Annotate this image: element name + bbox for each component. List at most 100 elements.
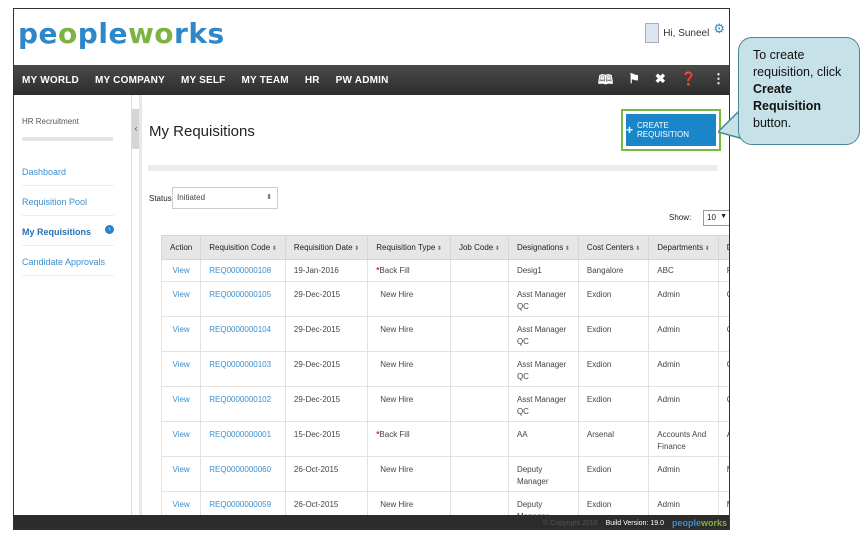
nav-my-self[interactable]: MY SELF [173,75,234,86]
requisition-code-link[interactable]: REQ0000000104 [200,316,286,352]
avatar[interactable] [645,23,660,43]
callout-text: To create requisition, click [753,48,842,79]
column-header-label: Requisition Code [209,243,271,252]
book-icon[interactable]: 🕮 [598,71,613,93]
requisition-code-link[interactable]: REQ0000000102 [200,386,286,422]
create-requisition-button[interactable]: + CREATE REQUISITION [626,114,716,146]
cell-text: Exdion [586,325,612,334]
view-link[interactable]: View [161,386,202,422]
sidebar-item-requisition-pool[interactable]: Requisition Pool [22,197,114,216]
nav-my-company[interactable]: MY COMPANY [87,75,173,86]
view-link[interactable]: View [161,316,202,352]
column-header-label: Job Code [458,243,494,252]
show-label: Show: [669,213,692,222]
cell-text: Exdion [586,395,612,404]
cell-text: Management [727,500,729,509]
sidebar: HR Recruitment Dashboard Requisition Poo… [14,95,132,525]
requisition-code-link[interactable]: REQ0000000108 [200,259,286,282]
requisition-code-link[interactable]: REQ0000000103 [200,351,286,387]
column-header[interactable]: Requisition Date ⬍ [284,235,369,260]
requisitions-table: Action Requisition Code ⬍ Requisition Date… [161,235,729,525]
user-greeting[interactable]: Hi, Suneel [663,28,709,39]
nav-my-team[interactable]: MY TEAM [234,75,297,86]
sidebar-item-candidate-approvals[interactable]: Candidate Approvals [22,257,114,276]
cell-text: Deputy Manager [516,465,549,486]
column-header[interactable]: Action [161,235,202,260]
requisition-code-link[interactable]: REQ0000000001 [200,421,286,457]
nav-my-world[interactable]: MY WORLD [14,75,87,86]
sort-icon: ⬍ [352,246,360,252]
table-cell-dept: Admin [648,281,719,317]
logo-text: works [700,518,727,528]
table-row: View REQ0000000103 29-Dec-2015 New Hire Asst… [161,351,729,387]
table-cell-dept: Admin [648,386,719,422]
table-cell-division: Quality [717,351,729,387]
table-cell-job [449,281,509,317]
table-header-row: Action Requisition Code ⬍ Requisition Date… [161,235,729,260]
table-row: View REQ0000000108 19-Jan-2016 *Back Fill De… [161,259,729,282]
column-header[interactable]: Requisition Code ⬍ [200,235,286,260]
cell-text: New Hire [380,395,414,404]
chevron-right-icon[interactable]: › [105,225,114,234]
table-cell-division: Quality [717,316,729,352]
gear-icon[interactable]: ⚙ [713,21,725,37]
cell-text: View [172,360,190,369]
logo-text: rks [174,17,225,50]
cell-text: Accounts And Finance [657,430,707,451]
cell-text: Asst Manager QC [516,395,567,416]
cell-text: Quality [727,360,729,369]
requisition-code-link[interactable]: REQ0000000060 [200,456,286,492]
requisitions-table-wrapper[interactable]: Action Requisition Code ⬍ Requisition Date… [161,235,729,525]
table-cell-designation: Desig1 [507,259,579,282]
cell-text: View [172,430,190,439]
column-header[interactable]: Departments ⬍ [648,235,719,260]
table-cell-cost: Exdion [577,316,650,352]
column-header[interactable]: Requisition Type ⬍ [367,235,451,260]
column-header[interactable]: Divisions ⬍ [717,235,729,260]
table-cell-designation: AA [507,421,579,457]
table-cell-date: 29-Dec-2015 [284,386,369,422]
create-requisition-label: CREATE REQUISITION [637,121,690,139]
table-cell-date: 29-Dec-2015 [284,351,369,387]
cell-text: Back Fill [379,430,410,439]
status-select[interactable]: Initiated ⬍ [172,187,278,209]
column-header[interactable]: Cost Centers ⬍ [577,235,650,260]
sidebar-item-my-requisitions[interactable]: My Requisitions [22,227,114,246]
nav-pw-admin[interactable]: PW ADMIN [328,75,397,86]
cell-text: Exdion [586,500,612,509]
table-cell-designation: Asst Manager QC [507,316,579,352]
table-cell-type: *Back Fill [367,421,451,457]
user-menu[interactable]: Hi, Suneel ⚙ [645,21,725,43]
table-cell-type: New Hire [367,351,451,387]
cell-text: 29-Dec-2015 [293,290,341,299]
view-link[interactable]: View [161,421,202,457]
view-link[interactable]: View [161,351,202,387]
help-icon[interactable]: ❓ [681,71,697,93]
column-header[interactable]: Designations ⬍ [507,235,579,260]
callout-text: button. [753,116,792,130]
main-nav: MY WORLD MY COMPANY MY SELF MY TEAM HR P… [14,65,729,95]
share-icon[interactable]: ⋮ [712,71,725,93]
sidebar-item-dashboard[interactable]: Dashboard [22,167,114,186]
logo-text: o [58,17,78,50]
cell-text: Bangalore [586,266,624,275]
requisition-code-link[interactable]: REQ0000000105 [200,281,286,317]
main-content: My Requisitions + CREATE REQUISITION Sta… [148,95,729,525]
cell-text: New Hire [380,360,414,369]
page-size-select[interactable]: 10 ▼ [703,210,729,226]
nav-hr[interactable]: HR [297,75,328,86]
logo-text: wo [127,17,175,50]
column-header[interactable]: Job Code ⬍ [449,235,509,260]
table-cell-division: Quality [717,386,729,422]
cell-text: 26-Oct-2015 [293,500,339,509]
cell-text: 29-Dec-2015 [293,325,341,334]
view-link[interactable]: View [161,281,202,317]
flag-icon[interactable]: ⚑ [628,71,640,93]
cell-text: New Hire [380,500,414,509]
table-cell-type: New Hire [367,456,451,492]
view-link[interactable]: View [161,456,202,492]
app-logo[interactable]: peopleworks [18,17,225,50]
tools-icon[interactable]: ✖ [655,71,666,93]
column-header-label: Requisition Date [293,243,353,252]
view-link[interactable]: View [161,259,202,282]
